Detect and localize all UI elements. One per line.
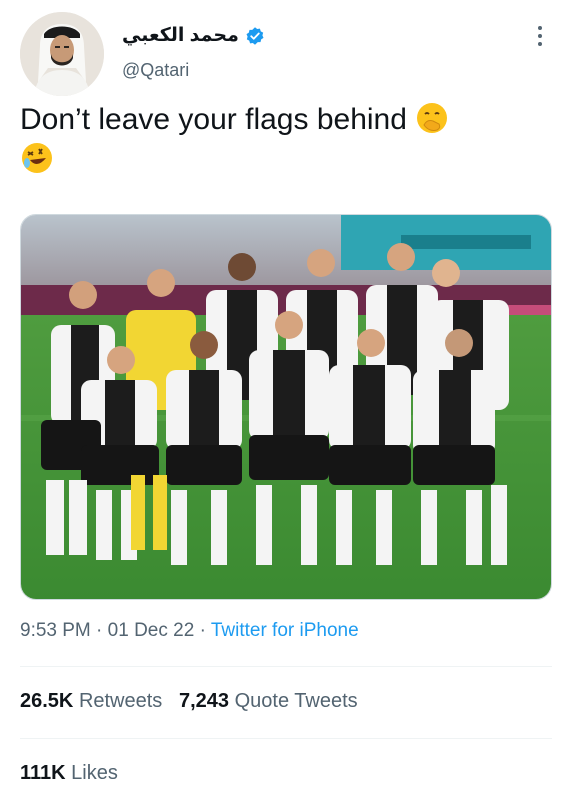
name-row: محمد الكعبي <box>122 24 265 47</box>
tweet-source-link[interactable]: Twitter for iPhone <box>211 620 359 641</box>
quote-tweets-label: Quote Tweets <box>234 690 358 712</box>
retweets-label: Retweets <box>78 690 163 712</box>
tweet-text: Don’t leave your flags behind <box>20 100 540 180</box>
tweet-text-content: Don’t leave your flags behind <box>20 103 407 136</box>
quote-tweets-count: 7,243 <box>179 690 230 712</box>
divider <box>20 666 552 667</box>
likes-stat[interactable]: 111K Likes <box>20 762 118 785</box>
more-options-icon[interactable] <box>530 24 550 48</box>
avatar[interactable] <box>20 12 104 96</box>
rolling-on-floor-laughing-emoji <box>20 141 54 175</box>
retweet-stats: 26.5K Retweets 7,243 Quote Tweets <box>20 690 358 713</box>
face-with-hand-over-mouth-emoji <box>415 101 449 135</box>
retweets-stat[interactable]: 26.5K Retweets <box>20 690 168 712</box>
divider <box>20 738 552 739</box>
verified-badge-icon <box>246 26 264 45</box>
meta-separator: · <box>96 620 103 641</box>
meta-separator: · <box>199 620 206 641</box>
tweet-time[interactable]: 9:53 PM <box>20 620 91 641</box>
likes-label: Likes <box>71 762 118 784</box>
tweet-header: محمد الكعبي @Qatari <box>20 12 552 96</box>
tweet-media-photo[interactable] <box>20 214 552 600</box>
tweet-date[interactable]: 01 Dec 22 <box>108 620 195 641</box>
user-handle[interactable]: @Qatari <box>122 60 189 81</box>
quote-tweets-stat[interactable]: 7,243 Quote Tweets <box>179 690 358 712</box>
likes-count: 111K <box>20 762 66 784</box>
display-name[interactable]: محمد الكعبي <box>122 24 239 47</box>
tweet-meta: 9:53 PM · 01 Dec 22 · Twitter for iPhone <box>20 620 359 642</box>
retweets-count: 26.5K <box>20 690 74 712</box>
